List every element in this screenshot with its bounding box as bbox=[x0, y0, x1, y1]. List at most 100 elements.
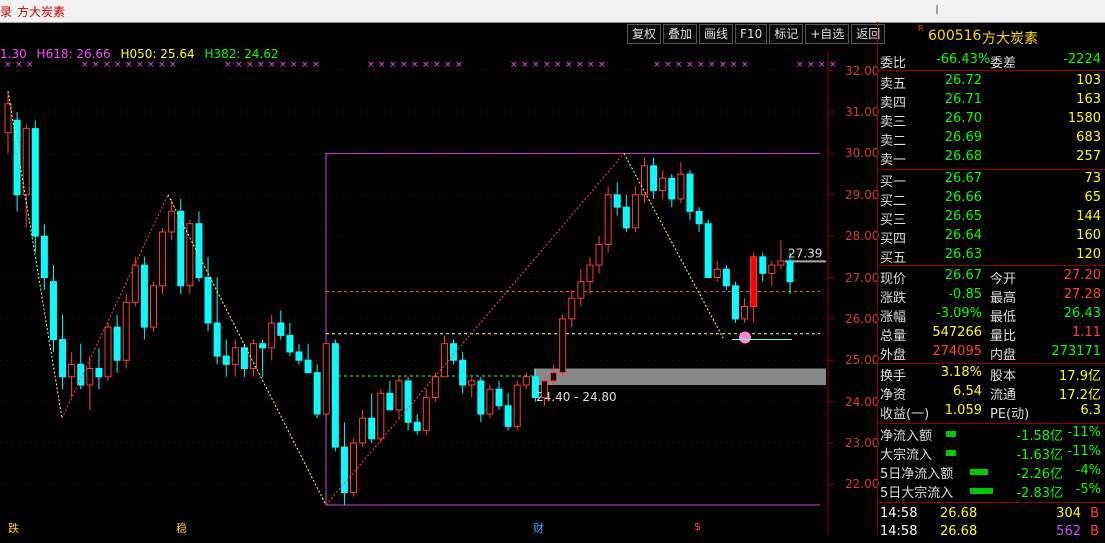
signal-marker: × bbox=[697, 60, 705, 70]
shouyi-value: 1.059 bbox=[944, 403, 982, 418]
candle-body bbox=[149, 285, 157, 328]
sell-level-label: 卖五 bbox=[880, 77, 907, 92]
signal-marker: × bbox=[653, 60, 661, 70]
weicha-value: -2224 bbox=[1063, 52, 1101, 67]
chart-toolbar: 复权 叠加 画线 F10 标记 +自选 返回 bbox=[627, 24, 887, 44]
candle-body bbox=[213, 322, 221, 357]
flow-pct: -4% bbox=[1075, 463, 1101, 478]
guben-label: 股本 bbox=[990, 369, 1017, 384]
flow-label: 5日大宗流入 bbox=[880, 486, 954, 501]
separator bbox=[878, 70, 1105, 71]
buy-level-row[interactable]: 买五 26.63 120 bbox=[878, 247, 1105, 266]
weibi-label: 委比 bbox=[880, 56, 907, 71]
tick-price: 26.68 bbox=[940, 524, 978, 539]
kline-chart[interactable]: × × × × × × × × × × × × × × × × × × × × × × × × × × × × × × × × × × × × × × × ×… bbox=[0, 50, 878, 535]
sell-level-row[interactable]: 卖五 26.72 103 bbox=[878, 73, 1105, 92]
candle-body bbox=[513, 384, 521, 427]
draw-line-button[interactable]: 画线 bbox=[699, 24, 734, 44]
buy-level-volume: 120 bbox=[1076, 247, 1101, 262]
price-axis-label: 27.00 bbox=[845, 270, 880, 285]
zuidi-value: 26.43 bbox=[1063, 306, 1101, 321]
candle-body bbox=[550, 372, 558, 382]
fund-flow-row: 净流入额 -1.58亿 -11% bbox=[878, 425, 1105, 444]
signal-marker: × bbox=[235, 60, 243, 70]
tick-side: B bbox=[1090, 524, 1099, 539]
zongliang-value: 547266 bbox=[932, 325, 982, 340]
buy-level-row[interactable]: 买二 26.66 65 bbox=[878, 190, 1105, 209]
buy-level-row[interactable]: 买三 26.65 144 bbox=[878, 209, 1105, 228]
sell-level-label: 卖三 bbox=[880, 115, 907, 130]
candle-body bbox=[677, 173, 685, 200]
candle-body bbox=[631, 194, 639, 229]
xianjia-value: 26.67 bbox=[944, 268, 982, 283]
quote-row-zhangfu: 涨幅 -3.09% 最低 26.43 bbox=[878, 306, 1105, 325]
buy-level-row[interactable]: 买四 26.64 160 bbox=[878, 228, 1105, 247]
candle-body bbox=[186, 223, 194, 287]
weicha-label: 委差 bbox=[990, 56, 1017, 71]
candle-body bbox=[31, 128, 39, 237]
sell-level-row[interactable]: 卖三 26.70 1580 bbox=[878, 111, 1105, 130]
left-tab-label[interactable]: 录 bbox=[0, 3, 12, 20]
flow-bar bbox=[946, 450, 956, 456]
signal-marker: × bbox=[301, 60, 309, 70]
candle-body bbox=[468, 380, 476, 386]
signal-marker: × bbox=[730, 60, 738, 70]
candle-body bbox=[22, 128, 30, 196]
flow-value: -1.63亿 bbox=[1016, 448, 1063, 463]
add-watchlist-button[interactable]: +自选 bbox=[805, 24, 850, 44]
pin-icon[interactable]: 𝄁 bbox=[936, 3, 938, 18]
quote-row-zhangdie: 涨跌 -0.85 最高 27.28 bbox=[878, 287, 1105, 306]
mark-button[interactable]: 标记 bbox=[769, 24, 804, 44]
sell-level-row[interactable]: 卖二 26.69 683 bbox=[878, 130, 1105, 149]
tick-volume: 304 bbox=[1056, 506, 1081, 521]
zigzag-line bbox=[325, 153, 625, 506]
fund-flow-row: 大宗流入 -1.63亿 -11% bbox=[878, 444, 1105, 463]
jingzi-label: 净资 bbox=[880, 388, 907, 403]
price-axis-label: 23.00 bbox=[845, 435, 880, 450]
signal-marker: × bbox=[290, 60, 298, 70]
buy-level-row[interactable]: 买一 26.67 73 bbox=[878, 171, 1105, 190]
candle-body bbox=[159, 231, 167, 287]
fuquan-button[interactable]: 复权 bbox=[627, 24, 662, 44]
candle-body bbox=[650, 165, 658, 192]
neipan-label: 内盘 bbox=[990, 348, 1017, 363]
waipan-value: 274095 bbox=[932, 344, 982, 359]
candle-body bbox=[641, 165, 649, 196]
sell-level-volume: 257 bbox=[1076, 149, 1101, 164]
candle-body bbox=[277, 322, 285, 336]
quote-row-waipan: 外盘 274095 内盘 273171 bbox=[878, 344, 1105, 363]
candle-body bbox=[231, 347, 239, 365]
fund-flow-row: 5日净流入额 -2.26亿 -4% bbox=[878, 463, 1105, 482]
candle-body bbox=[440, 343, 448, 378]
candle-body bbox=[713, 268, 721, 279]
candle-body bbox=[350, 442, 358, 494]
candle-body bbox=[604, 194, 612, 245]
zongliang-label: 总量 bbox=[880, 329, 907, 344]
sell-level-row[interactable]: 卖一 26.68 257 bbox=[878, 149, 1105, 168]
signal-marker: × bbox=[543, 60, 551, 70]
xianjia-label: 现价 bbox=[880, 272, 907, 287]
overlay-button[interactable]: 叠加 bbox=[663, 24, 698, 44]
flow-pct: -5% bbox=[1075, 482, 1101, 497]
signal-marker: × bbox=[169, 60, 177, 70]
candle-body bbox=[49, 281, 57, 341]
tick-volume: 562 bbox=[1056, 524, 1081, 539]
signal-marker: × bbox=[818, 60, 826, 70]
buy-level-label: 买三 bbox=[880, 213, 907, 228]
candle-body bbox=[759, 256, 767, 274]
signal-marker: × bbox=[829, 60, 837, 70]
weibi-row: 委比 -66.43% 委差 -2224 bbox=[878, 52, 1105, 71]
f10-button[interactable]: F10 bbox=[735, 24, 768, 44]
zuidi-label: 最低 bbox=[990, 310, 1017, 325]
signal-marker: × bbox=[125, 60, 133, 70]
liangbi-label: 量比 bbox=[990, 329, 1017, 344]
sell-level-row[interactable]: 卖四 26.71 163 bbox=[878, 92, 1105, 111]
flow-label: 5日净流入额 bbox=[880, 467, 954, 482]
candle-body bbox=[368, 417, 376, 440]
quote-row-xianjia: 现价 26.67 今开 27.20 bbox=[878, 268, 1105, 287]
signal-marker: × bbox=[224, 60, 232, 70]
zhangdie-label: 涨跌 bbox=[880, 291, 907, 306]
price-axis-label: 28.00 bbox=[845, 229, 880, 244]
candle-body bbox=[577, 281, 585, 299]
marker-dollar: $ bbox=[694, 520, 701, 533]
